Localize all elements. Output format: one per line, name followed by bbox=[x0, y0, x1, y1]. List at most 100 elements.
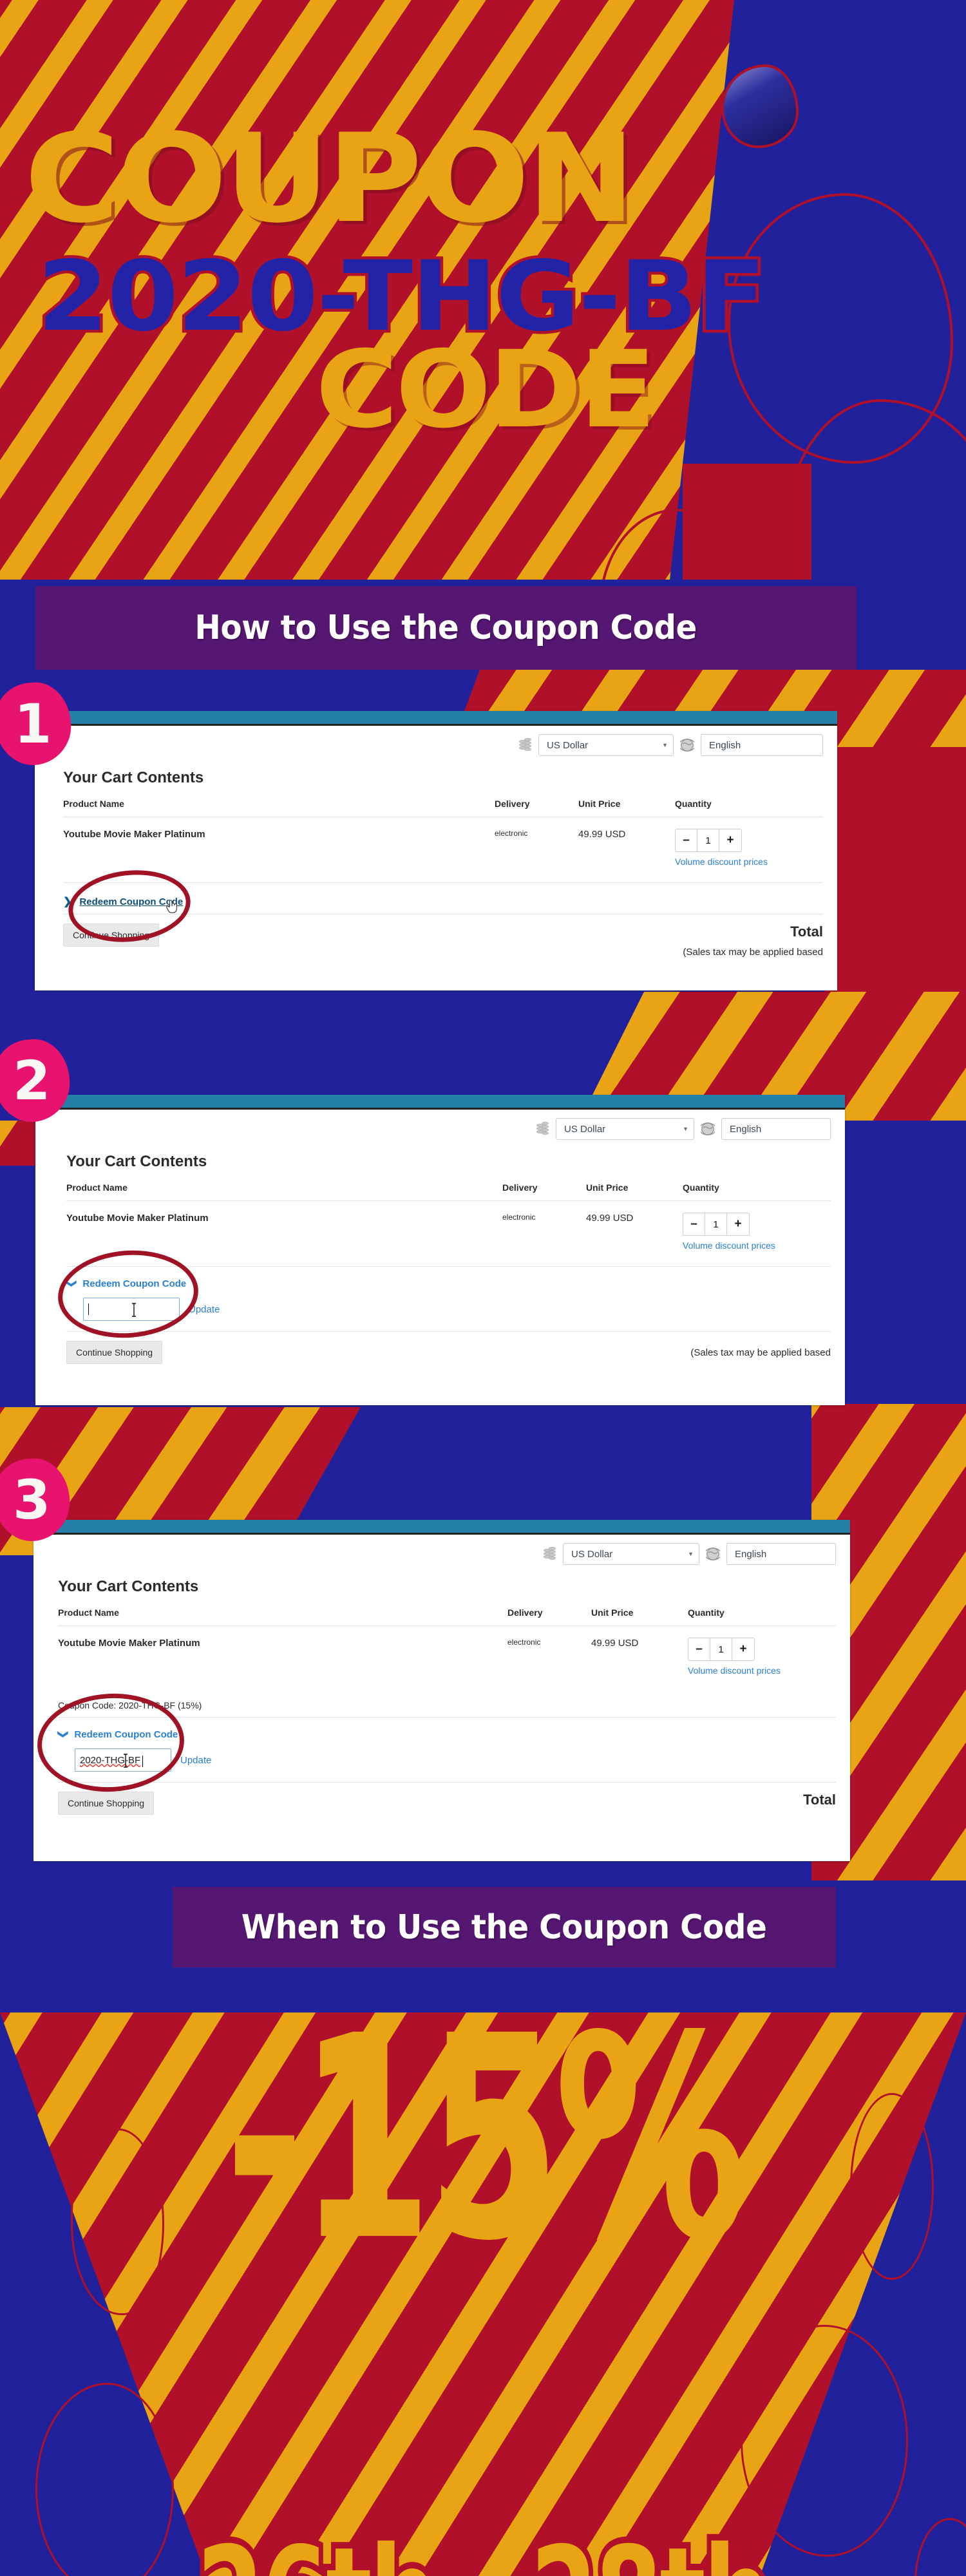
currency-select[interactable]: US Dollar ▼ bbox=[556, 1118, 694, 1140]
chevron-down-icon: ▼ bbox=[683, 1126, 688, 1132]
cell-unit-price: 49.99 USD bbox=[591, 1638, 639, 1649]
cart-header-row: Product Name Delivery Unit Price Quantit… bbox=[58, 1607, 836, 1626]
redeem-coupon-link[interactable]: Redeem Coupon Code bbox=[74, 1729, 178, 1740]
quantity-stepper[interactable]: – 1 + bbox=[688, 1638, 755, 1661]
cell-quantity: – 1 + Volume discount prices bbox=[675, 817, 823, 874]
qty-increment-button[interactable]: + bbox=[719, 829, 741, 851]
currency-coins-icon bbox=[536, 1121, 549, 1137]
update-coupon-link[interactable]: Update bbox=[180, 1755, 211, 1766]
cart-header-row: Product Name Delivery Unit Price Quantit… bbox=[66, 1182, 831, 1201]
cell-product-name: Youtube Movie Maker Platinum bbox=[63, 829, 205, 840]
volume-discount-link[interactable]: Volume discount prices bbox=[683, 1240, 831, 1251]
language-select[interactable]: English bbox=[726, 1543, 836, 1565]
totals-block-1: Total (Sales tax may be applied based bbox=[683, 923, 823, 958]
qty-value[interactable]: 1 bbox=[697, 829, 719, 851]
cell-delivery: electronic bbox=[502, 1213, 536, 1222]
total-label-3: Total bbox=[803, 1792, 836, 1808]
quantity-stepper[interactable]: – 1 + bbox=[675, 829, 742, 852]
continue-shopping-button[interactable]: Continue Shopping bbox=[63, 923, 160, 947]
col-delivery: Delivery bbox=[502, 1182, 586, 1201]
redeem-coupon-link[interactable]: Redeem Coupon Code bbox=[82, 1278, 186, 1289]
language-select-value: English bbox=[730, 1123, 762, 1135]
browser-topbar bbox=[33, 1520, 850, 1533]
continue-shopping-button[interactable]: Continue Shopping bbox=[58, 1792, 155, 1815]
chevron-right-icon: ❯ bbox=[63, 896, 72, 907]
redeem-coupon-row-1[interactable]: ❯ Redeem Coupon Code bbox=[63, 883, 823, 914]
chevron-down-icon: ▼ bbox=[688, 1551, 694, 1557]
currency-select[interactable]: US Dollar ▼ bbox=[563, 1543, 699, 1565]
qty-increment-button[interactable]: + bbox=[727, 1213, 749, 1235]
hero-word-coupon: COUPON bbox=[24, 108, 636, 250]
cart-footer-2: Continue Shopping (Sales tax may be appl… bbox=[66, 1332, 831, 1364]
screenshot-step-3: US Dollar ▼ English Your Cart Contents P… bbox=[33, 1520, 850, 1861]
col-delivery: Delivery bbox=[507, 1607, 591, 1626]
col-quantity: Quantity bbox=[683, 1182, 831, 1201]
col-unit-price: Unit Price bbox=[578, 799, 675, 817]
cart-footer-3: Continue Shopping Total bbox=[58, 1783, 836, 1815]
cart-header-row: Product Name Delivery Unit Price Quantit… bbox=[63, 799, 823, 817]
currency-coins-icon bbox=[519, 737, 532, 753]
step-badge-1-number: 1 bbox=[14, 692, 52, 756]
banner-how-label: How to Use the Coupon Code bbox=[194, 609, 697, 647]
col-unit-price: Unit Price bbox=[586, 1182, 683, 1201]
language-select[interactable]: English bbox=[701, 734, 823, 756]
banner-when-label: When to Use the Coupon Code bbox=[242, 1908, 767, 1947]
tax-note: (Sales tax may be applied based bbox=[683, 947, 823, 958]
coupon-code-input[interactable]: 2020-THG-BF bbox=[75, 1748, 171, 1772]
cart-title-1: Your Cart Contents bbox=[63, 769, 204, 786]
cart-table-3: Product Name Delivery Unit Price Quantit… bbox=[58, 1607, 836, 1682]
locale-selectors-2: US Dollar ▼ English bbox=[66, 1110, 831, 1140]
volume-discount-link[interactable]: Volume discount prices bbox=[688, 1665, 836, 1676]
step-badge-3-number: 3 bbox=[12, 1468, 51, 1532]
qty-decrement-button[interactable]: – bbox=[683, 1213, 705, 1235]
currency-select[interactable]: US Dollar ▼ bbox=[538, 734, 674, 756]
locale-selectors-1: US Dollar ▼ English bbox=[63, 726, 823, 756]
quantity-stepper[interactable]: – 1 + bbox=[683, 1213, 750, 1236]
hero-title-group: COUPON 2020-THG-BF CODE bbox=[0, 0, 966, 580]
text-caret bbox=[88, 1303, 89, 1315]
qty-value[interactable]: 1 bbox=[710, 1638, 732, 1660]
language-select[interactable]: English bbox=[721, 1118, 831, 1140]
cell-product-name: Youtube Movie Maker Platinum bbox=[58, 1638, 200, 1649]
cell-delivery: electronic bbox=[507, 1638, 541, 1647]
cart-page-2: US Dollar ▼ English Your Cart Contents P… bbox=[35, 1110, 845, 1364]
qty-increment-button[interactable]: + bbox=[732, 1638, 754, 1660]
hero-word-code-value: 2020-THG-BF bbox=[34, 241, 769, 353]
cell-unit-price: 49.99 USD bbox=[586, 1213, 634, 1224]
update-coupon-link[interactable]: Update bbox=[189, 1304, 220, 1315]
promo-date-start: 26th bbox=[192, 2512, 442, 2576]
qty-value[interactable]: 1 bbox=[705, 1213, 727, 1235]
col-unit-price: Unit Price bbox=[591, 1607, 688, 1626]
coupon-code-input[interactable] bbox=[83, 1298, 180, 1321]
discount-headline: -15% bbox=[224, 1976, 748, 2302]
chevron-down-icon: ❮ bbox=[57, 1730, 68, 1739]
cart-title-2: Your Cart Contents bbox=[66, 1153, 207, 1170]
chevron-down-icon: ❮ bbox=[65, 1279, 77, 1288]
qty-decrement-button[interactable]: – bbox=[688, 1638, 710, 1660]
qty-decrement-button[interactable]: – bbox=[676, 829, 697, 851]
promo-date-range: 26th 28th bbox=[0, 2512, 966, 2576]
applied-coupon-text: Coupon Code: 2020-THG-BF (15%) bbox=[58, 1700, 202, 1710]
coupon-entry-row-2: Update bbox=[66, 1294, 831, 1331]
coupon-entry-row-3: 2020-THG-BF Update bbox=[58, 1745, 836, 1782]
tax-note: (Sales tax may be applied based bbox=[690, 1347, 831, 1358]
cart-table-2: Product Name Delivery Unit Price Quantit… bbox=[66, 1182, 831, 1257]
ibeam-cursor-icon bbox=[122, 1754, 129, 1768]
volume-discount-link[interactable]: Volume discount prices bbox=[675, 857, 823, 867]
redeem-coupon-row-3[interactable]: ❮ Redeem Coupon Code bbox=[57, 1718, 836, 1745]
cart-page-3: US Dollar ▼ English Your Cart Contents P… bbox=[33, 1535, 850, 1815]
hero-poster: COUPON 2020-THG-BF CODE bbox=[0, 0, 966, 580]
col-product-name: Product Name bbox=[63, 799, 495, 817]
col-product-name: Product Name bbox=[66, 1182, 502, 1201]
banner-when-to-use: When to Use the Coupon Code bbox=[173, 1887, 836, 1967]
bottom-poster: -15% 26th 28th bbox=[0, 1880, 966, 2576]
promo-date-end: 28th bbox=[526, 2512, 776, 2576]
browser-topbar bbox=[35, 711, 837, 724]
cell-quantity: – 1 + Volume discount prices bbox=[688, 1626, 836, 1683]
cart-title-3: Your Cart Contents bbox=[58, 1578, 199, 1595]
currency-coins-icon bbox=[544, 1546, 556, 1562]
redeem-coupon-row-2[interactable]: ❮ Redeem Coupon Code bbox=[66, 1267, 831, 1294]
ibeam-cursor-icon bbox=[130, 1303, 138, 1317]
cart-page-1: US Dollar ▼ English Your Cart Contents P… bbox=[35, 726, 837, 958]
continue-shopping-button[interactable]: Continue Shopping bbox=[66, 1341, 163, 1364]
